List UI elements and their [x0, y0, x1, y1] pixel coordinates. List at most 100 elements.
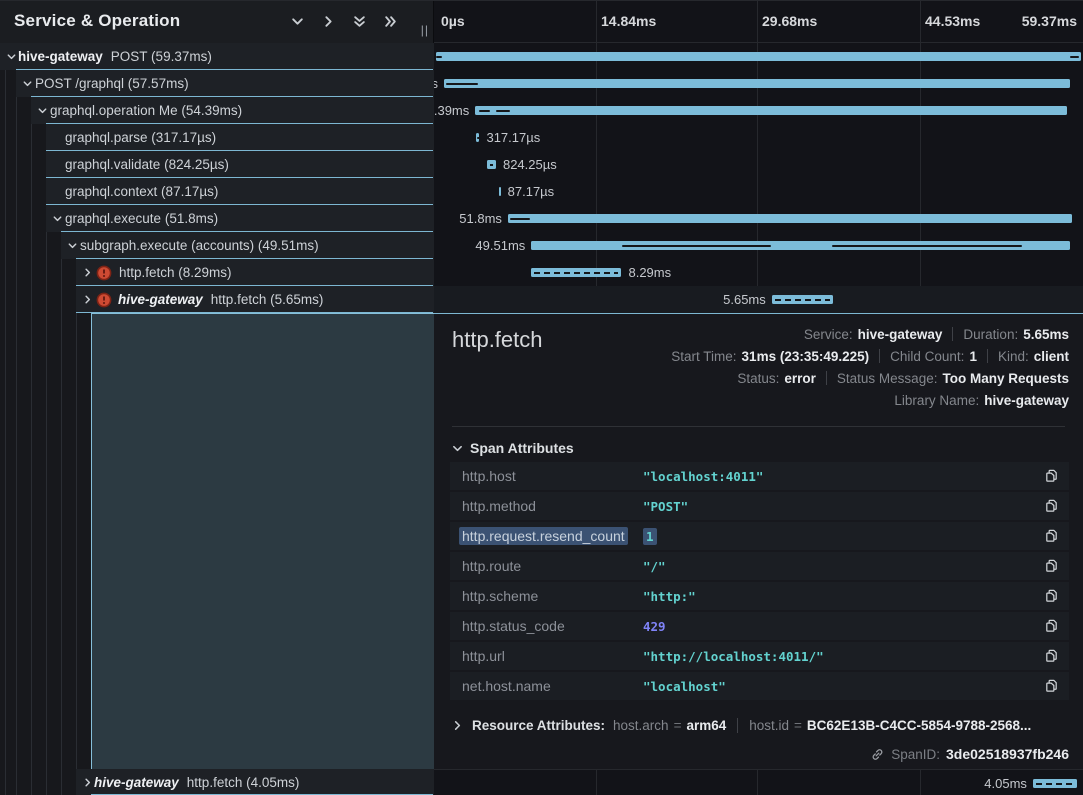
- tree-row-selected[interactable]: hive-gatewayhttp.fetch (5.65ms): [76, 286, 434, 313]
- indent-guide: [16, 43, 17, 795]
- copy-icon[interactable]: [1044, 468, 1060, 484]
- attribute-row[interactable]: http.route"/": [450, 552, 1069, 580]
- tree-row[interactable]: graphql.parse (317.17µs): [46, 124, 434, 151]
- tree-row[interactable]: POST /graphql (57.57ms): [16, 70, 434, 97]
- divider: [452, 426, 1065, 427]
- timeline-row[interactable]: 8.29ms: [434, 259, 1083, 286]
- expander-chevron-down-icon[interactable]: [36, 105, 49, 116]
- tree-row[interactable]: graphql.validate (824.25µs): [46, 151, 434, 178]
- span-attributes-header[interactable]: Span Attributes: [452, 440, 574, 456]
- metadata-value: 5.65ms: [1023, 327, 1069, 342]
- attribute-row[interactable]: http.scheme"http:": [450, 582, 1069, 610]
- tree-row[interactable]: graphql.execute (51.8ms): [46, 205, 434, 232]
- expander-chevron-down-icon[interactable]: [66, 240, 79, 251]
- panel-resize-handle[interactable]: ||: [421, 23, 429, 37]
- expander-chevron-down-icon[interactable]: [5, 51, 18, 62]
- resource-attributes-row[interactable]: Resource Attributes: host.arch=arm64host…: [452, 718, 1069, 733]
- span-duration-bar[interactable]: [508, 214, 1072, 223]
- attribute-row[interactable]: http.url"http://localhost:4011/": [450, 642, 1069, 670]
- axis-tick-label: 44.53ms: [925, 13, 980, 29]
- span-operation-label: http.fetch (5.65ms): [211, 292, 324, 307]
- tree-row[interactable]: graphql.operation Me (54.39ms): [31, 97, 434, 124]
- timeline-row[interactable]: 51.8ms: [434, 205, 1083, 232]
- resource-separator: [737, 718, 738, 733]
- chevron-right-icon[interactable]: [320, 13, 337, 30]
- bar-child-marker: [446, 83, 478, 85]
- bar-dash-pattern: [775, 299, 830, 301]
- copy-icon[interactable]: [1044, 678, 1060, 694]
- span-duration-bar[interactable]: [436, 52, 1081, 61]
- metadata-item: Status:error: [737, 371, 816, 386]
- copy-icon[interactable]: [1044, 498, 1060, 514]
- timeline-row[interactable]: [434, 43, 1083, 70]
- span-id-label: SpanID:: [891, 747, 940, 762]
- double-chevron-right-icon[interactable]: [382, 13, 399, 30]
- span-operation-label: graphql.execute (51.8ms): [65, 211, 218, 226]
- attribute-value: "POST": [643, 499, 688, 514]
- expander-chevron-right-icon[interactable]: [81, 777, 94, 788]
- tree-row-border: [76, 285, 433, 286]
- tree-row[interactable]: http.fetch (8.29ms): [76, 259, 434, 286]
- copy-icon[interactable]: [1044, 648, 1060, 664]
- attribute-key: http.url: [462, 648, 505, 664]
- span-duration-bar[interactable]: [487, 160, 496, 169]
- panel-title: Service & Operation: [14, 11, 180, 31]
- bar-duration-label: 87.17µs: [508, 184, 555, 199]
- copy-icon[interactable]: [1044, 558, 1060, 574]
- attribute-key: net.host.name: [462, 678, 551, 694]
- span-duration-bar[interactable]: [772, 295, 833, 304]
- timeline-row[interactable]: 49.51ms: [434, 232, 1083, 259]
- tree-row[interactable]: hive-gatewayPOST (59.37ms): [0, 43, 434, 70]
- link-icon[interactable]: [870, 747, 885, 762]
- timeline-row[interactable]: 5.65ms: [434, 286, 1083, 313]
- attribute-row[interactable]: http.host"localhost:4011": [450, 462, 1069, 490]
- double-chevron-down-icon[interactable]: [351, 13, 368, 30]
- span-duration-bar[interactable]: [1033, 779, 1077, 788]
- span-attributes-table: http.host"localhost:4011"http.method"POS…: [450, 462, 1069, 702]
- timeline-row[interactable]: 87.17µs: [434, 178, 1083, 205]
- bar-duration-label: 317.17µs: [486, 130, 540, 145]
- span-duration-bar[interactable]: [475, 106, 1067, 115]
- tree-row[interactable]: hive-gatewayhttp.fetch (4.05ms): [76, 769, 434, 795]
- attribute-value: 429: [643, 619, 666, 634]
- timeline-row[interactable]: 824.25µs: [434, 151, 1083, 178]
- timeline-row[interactable]: 54.39ms: [434, 97, 1083, 124]
- span-duration-bar[interactable]: [444, 79, 1070, 88]
- metadata-separator: [952, 327, 953, 341]
- metadata-label: Status Message:: [837, 371, 938, 386]
- metadata-separator: [879, 349, 880, 363]
- span-operation-label: POST /graphql (57.57ms): [35, 76, 189, 91]
- span-metadata: Service:hive-gatewayDuration:5.65msStart…: [671, 323, 1069, 411]
- expander-chevron-right-icon[interactable]: [81, 294, 94, 305]
- expander-chevron-down-icon[interactable]: [51, 213, 64, 224]
- metadata-line: Start Time:31ms (23:35:49.225)Child Coun…: [671, 345, 1069, 367]
- timeline-panel: 0µs14.84ms29.68ms44.53ms59.37ms 57.57ms5…: [434, 1, 1083, 795]
- selected-span-expanded-area: [91, 313, 434, 769]
- span-duration-bar[interactable]: [476, 133, 479, 142]
- span-duration-bar[interactable]: [531, 268, 621, 277]
- bar-dash-pattern: [534, 272, 618, 274]
- attribute-key: http.status_code: [462, 618, 565, 634]
- service-name: hive-gateway: [18, 49, 103, 64]
- tree-row[interactable]: graphql.context (87.17µs): [46, 178, 434, 205]
- copy-icon[interactable]: [1044, 588, 1060, 604]
- copy-icon[interactable]: [1044, 528, 1060, 544]
- attribute-row[interactable]: http.status_code 429: [450, 612, 1069, 640]
- copy-icon[interactable]: [1044, 618, 1060, 634]
- span-duration-bar[interactable]: [499, 187, 501, 196]
- chevron-down-icon[interactable]: [289, 13, 306, 30]
- timeline-row[interactable]: 317.17µs: [434, 124, 1083, 151]
- tree-row[interactable]: subgraph.execute (accounts) (49.51ms): [61, 232, 434, 259]
- expander-chevron-right-icon[interactable]: [81, 267, 94, 278]
- timeline-row[interactable]: 57.57ms: [434, 70, 1083, 97]
- chevron-down-icon: [452, 443, 463, 454]
- attribute-row[interactable]: net.host.name"localhost": [450, 672, 1069, 700]
- attribute-row[interactable]: http.request.resend_count1: [450, 522, 1069, 550]
- metadata-item: Status Message:Too Many Requests: [837, 371, 1069, 386]
- expander-chevron-down-icon[interactable]: [21, 78, 34, 89]
- span-duration-bar[interactable]: [531, 241, 1070, 250]
- span-operation-label: subgraph.execute (accounts) (49.51ms): [80, 238, 319, 253]
- attribute-row[interactable]: http.method"POST": [450, 492, 1069, 520]
- metadata-label: Kind:: [998, 349, 1029, 364]
- axis-tick-label: 14.84ms: [601, 13, 656, 29]
